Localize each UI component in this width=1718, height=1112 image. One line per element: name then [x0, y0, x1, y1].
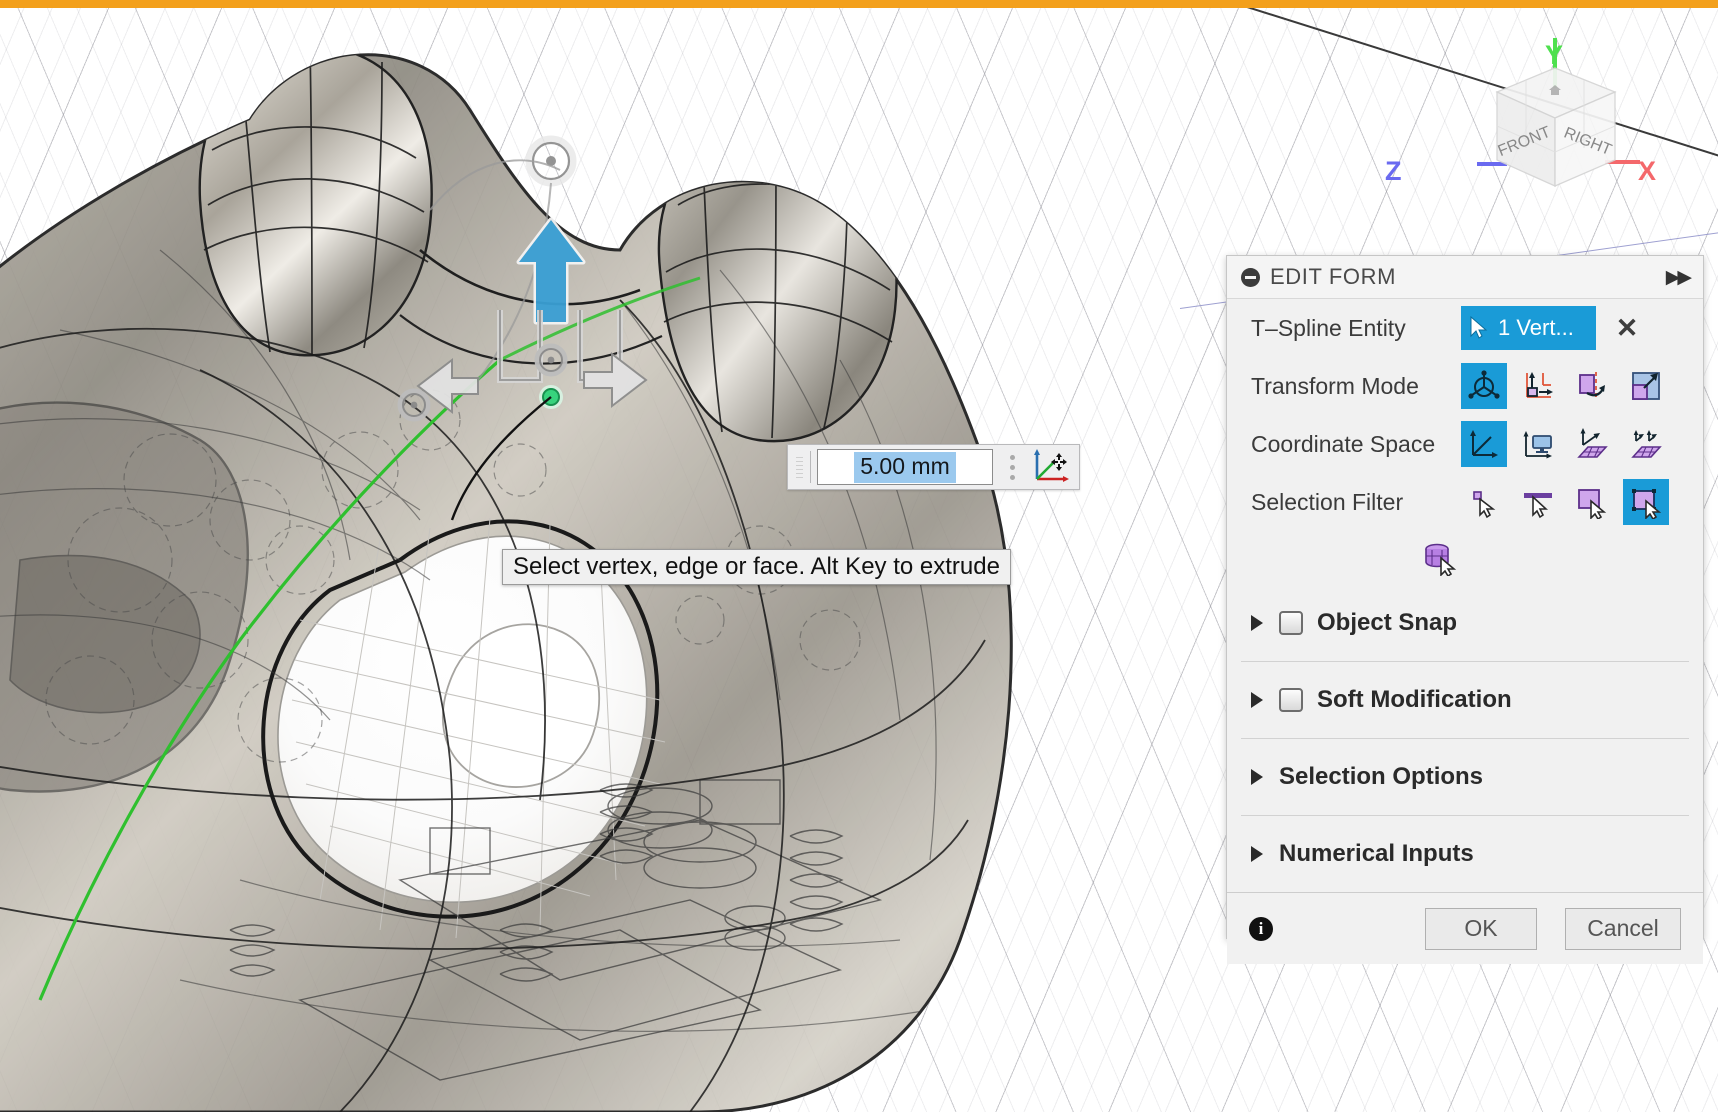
selection-filter-body-button[interactable] — [1623, 479, 1669, 525]
double-chevron-right-icon[interactable]: ▶▶ — [1666, 266, 1692, 289]
soft-modification-checkbox[interactable] — [1279, 688, 1303, 712]
row-label-coordinate-space: Coordinate Space — [1251, 430, 1436, 457]
status-tooltip: Select vertex, edge or face. Alt Key to … — [502, 549, 1011, 585]
selection-chip-label: 1 Vert... — [1498, 315, 1574, 340]
ok-button[interactable]: OK — [1425, 907, 1537, 950]
row-label-tspline-entity: T–Spline Entity — [1251, 314, 1406, 341]
dialog-title: EDIT FORM — [1270, 264, 1396, 289]
selection-chip[interactable]: 1 Vert... — [1461, 306, 1596, 350]
section-label-soft-modification: Soft Modification — [1317, 686, 1512, 713]
minus-circle-icon[interactable] — [1241, 267, 1260, 287]
divider — [810, 451, 811, 483]
row-tspline-entity: T–Spline Entity 1 Vert... ✕ — [1227, 299, 1703, 357]
view-cube[interactable]: FRONT RIGHT Y X Z — [1385, 26, 1657, 206]
distance-input[interactable]: 5.00 mm — [817, 449, 993, 485]
clear-selection-icon[interactable]: ✕ — [1612, 314, 1642, 342]
chevron-right-icon[interactable] — [1251, 615, 1263, 631]
drag-handle-icon[interactable] — [788, 445, 810, 489]
coordinate-space-normal-button[interactable] — [1569, 421, 1615, 467]
section-label-object-snap: Object Snap — [1317, 609, 1458, 636]
axis-label-y: Y — [1545, 40, 1564, 70]
row-label-transform-mode: Transform Mode — [1251, 372, 1419, 399]
row-coordinate-space: Coordinate Space — [1227, 415, 1703, 473]
section-selection-options[interactable]: Selection Options — [1227, 739, 1703, 815]
selection-filter-form-button[interactable] — [1417, 535, 1463, 581]
axis-label-z: Z — [1385, 156, 1402, 186]
tooltip-text: Select vertex, edge or face. Alt Key to … — [513, 553, 1000, 580]
section-numerical-inputs[interactable]: Numerical Inputs — [1227, 816, 1703, 892]
coordinate-space-view-button[interactable] — [1515, 421, 1561, 467]
dialog-footer: i OK Cancel — [1227, 892, 1703, 964]
row-selection-filter: Selection Filter — [1227, 473, 1703, 531]
selection-filter-vertex-button[interactable] — [1461, 479, 1507, 525]
axis-label-x: X — [1638, 156, 1657, 186]
transform-mode-scale-button[interactable] — [1623, 363, 1669, 409]
section-soft-modification[interactable]: Soft Modification — [1227, 662, 1703, 738]
distance-value: 5.00 mm — [854, 451, 956, 483]
app-root: FRONT RIGHT Y X Z 5.00 mm Select vertex,… — [0, 0, 1718, 1112]
transform-mode-all-button[interactable] — [1461, 363, 1507, 409]
coordinate-space-uv-button[interactable] — [1623, 421, 1669, 467]
object-snap-checkbox[interactable] — [1279, 611, 1303, 635]
cancel-button[interactable]: Cancel — [1565, 907, 1681, 950]
section-label-numerical-inputs: Numerical Inputs — [1279, 840, 1474, 867]
chevron-right-icon[interactable] — [1251, 692, 1263, 708]
info-icon[interactable]: i — [1249, 916, 1273, 941]
top-accent-bar — [0, 0, 1718, 8]
row-transform-mode: Transform Mode — [1227, 357, 1703, 415]
chevron-right-icon[interactable] — [1251, 846, 1263, 862]
move-gizmo-icon[interactable] — [1029, 445, 1073, 490]
coordinate-space-world-button[interactable] — [1461, 421, 1507, 467]
transform-mode-translate-button[interactable] — [1515, 363, 1561, 409]
section-object-snap[interactable]: Object Snap — [1227, 585, 1703, 661]
value-input-overlay[interactable]: 5.00 mm — [787, 444, 1080, 490]
row-selection-filter-extra — [1227, 531, 1703, 585]
edit-form-dialog[interactable]: EDIT FORM ▶▶ T–Spline Entity 1 Vert... ✕ — [1226, 255, 1704, 964]
cursor-icon — [1470, 316, 1488, 339]
more-options-icon[interactable] — [999, 454, 1025, 480]
selection-filter-face-button[interactable] — [1569, 479, 1615, 525]
dialog-body: T–Spline Entity 1 Vert... ✕ Transform Mo… — [1227, 299, 1703, 892]
dialog-header: EDIT FORM ▶▶ — [1227, 256, 1703, 299]
row-label-selection-filter: Selection Filter — [1251, 488, 1404, 515]
chevron-right-icon[interactable] — [1251, 769, 1263, 785]
transform-mode-rotate-button[interactable] — [1569, 363, 1615, 409]
section-label-selection-options: Selection Options — [1279, 763, 1484, 790]
selection-filter-edge-button[interactable] — [1515, 479, 1561, 525]
